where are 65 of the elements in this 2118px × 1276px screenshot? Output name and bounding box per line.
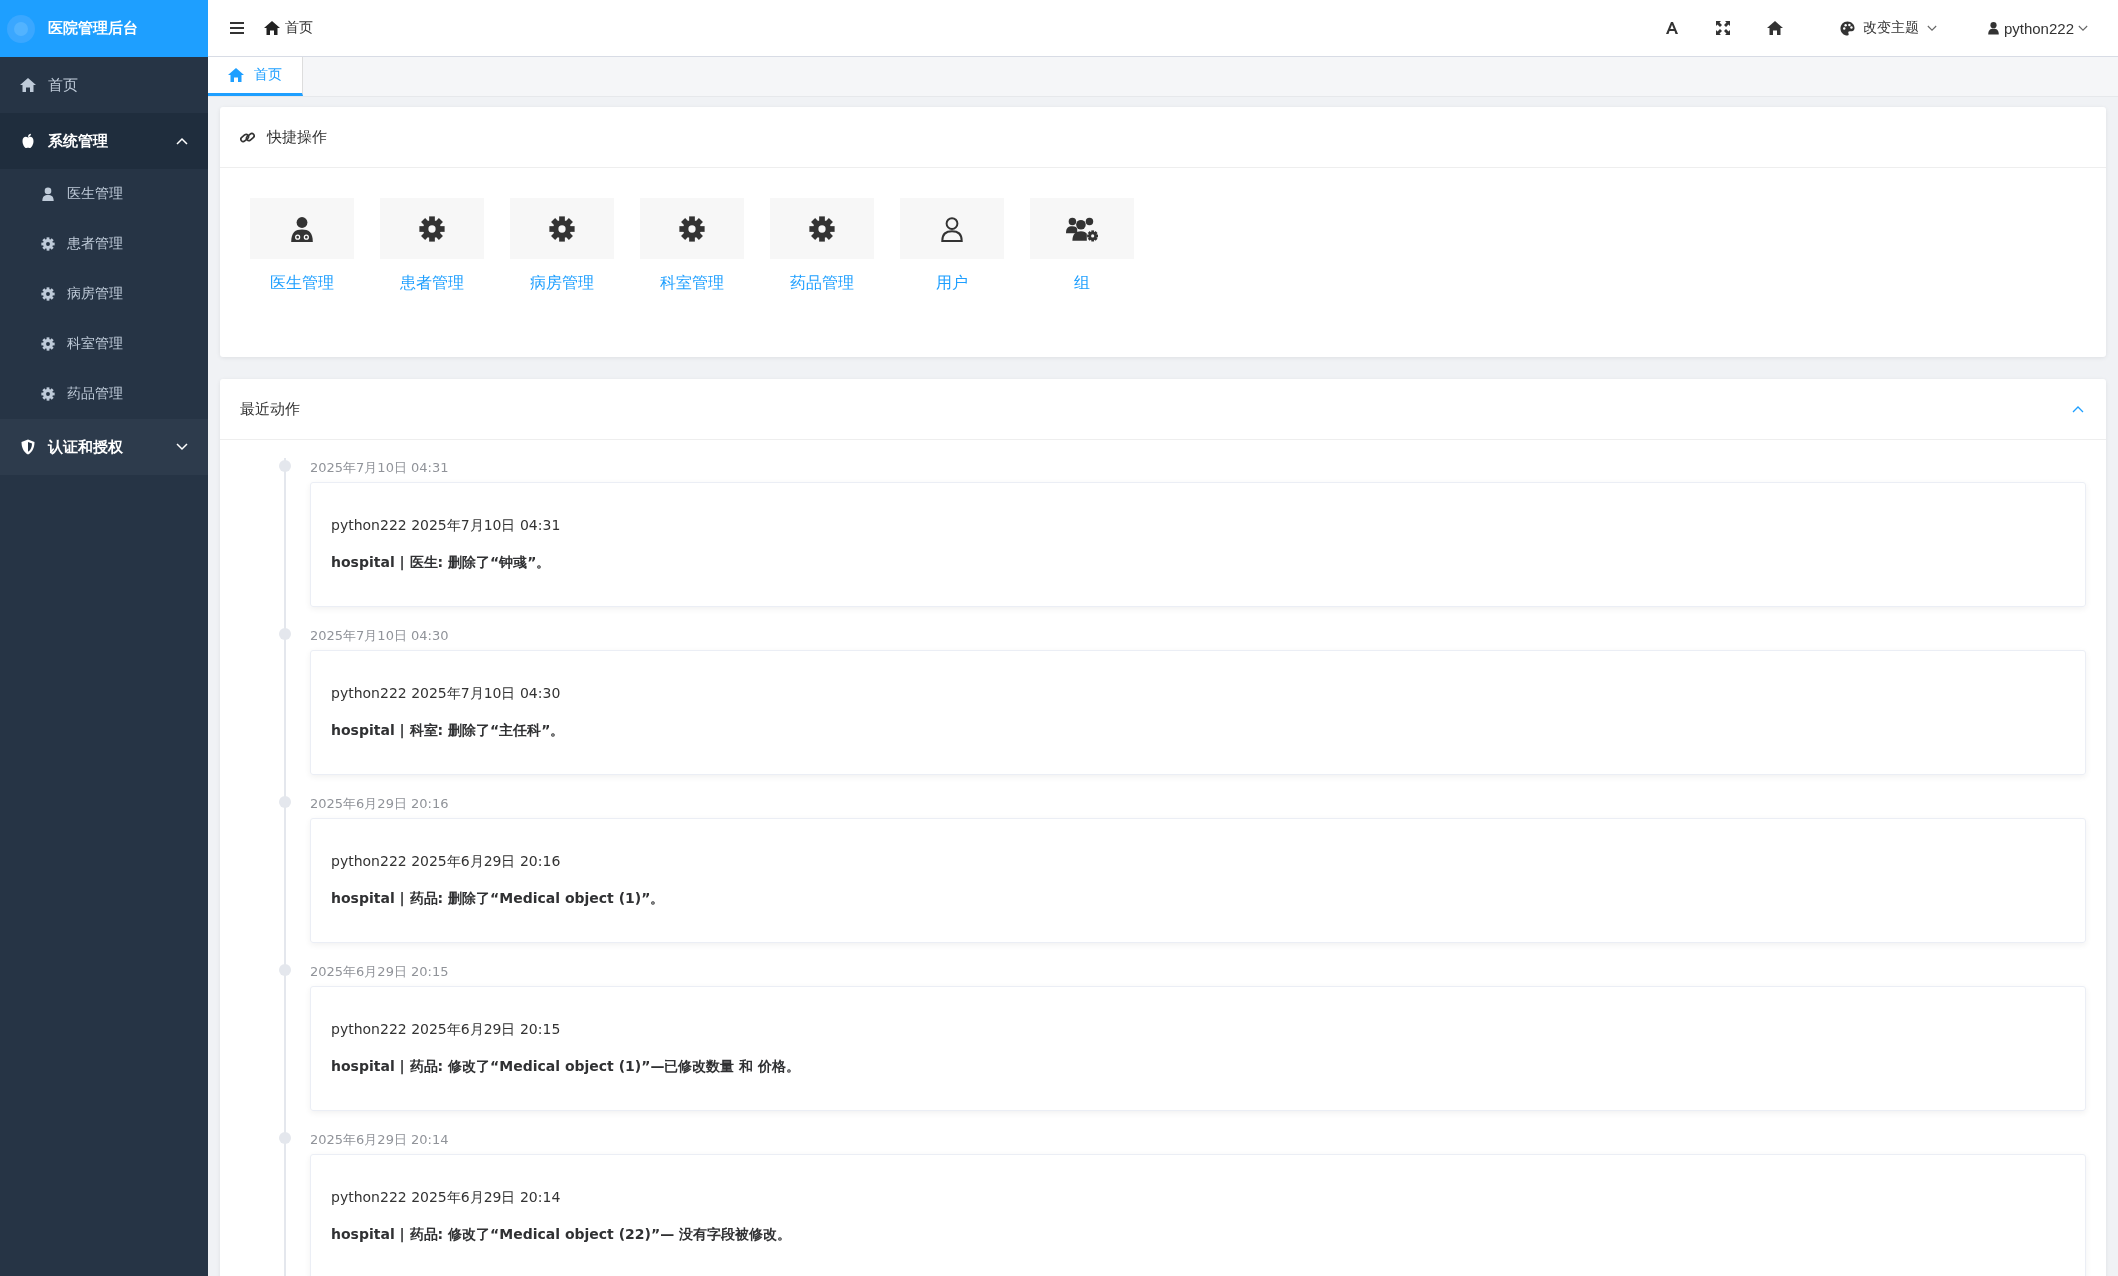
shortcut-tile[interactable] xyxy=(770,198,874,259)
sidebar-group[interactable]: 系统管理 xyxy=(0,113,208,169)
user-dropdown[interactable]: python222 xyxy=(1986,19,2088,37)
action-meta: python222 2025年6月29日 20:14 xyxy=(331,1189,561,1207)
sidebar-subitem[interactable]: 医生管理 xyxy=(0,169,208,219)
sidebar-item[interactable]: 首页 xyxy=(0,57,208,113)
action-meta: python222 2025年7月10日 04:30 xyxy=(331,685,561,703)
gear-icon xyxy=(41,237,55,251)
theme-dropdown[interactable]: 改变主题 xyxy=(1839,19,1937,37)
gear-icon xyxy=(41,387,55,401)
chevron-down-icon xyxy=(2078,24,2088,32)
chevron-up-icon xyxy=(176,137,188,145)
users-gear-icon xyxy=(1066,215,1098,242)
gear-icon xyxy=(809,215,835,242)
fullscreen-icon[interactable] xyxy=(1715,21,1730,35)
timestamp: 2025年6月29日 20:15 xyxy=(310,963,449,981)
logo-icon xyxy=(6,13,36,44)
shortcut-tile[interactable] xyxy=(380,198,484,259)
shield-icon xyxy=(20,439,36,455)
gear-icon xyxy=(549,215,575,242)
timestamp: 2025年6月29日 20:16 xyxy=(310,795,449,813)
card-title: 最近动作 xyxy=(240,399,300,419)
action-meta: python222 2025年7月10日 04:31 xyxy=(331,517,561,535)
menu-icon[interactable] xyxy=(230,22,244,34)
sidebar-subitem[interactable]: 药品管理 xyxy=(0,369,208,419)
action-text: hospital | 药品: 修改了“Medical object (1)”—已修改数量 和 价格。 xyxy=(331,1058,801,1076)
apple-icon xyxy=(20,133,36,149)
app-title: 医院管理后台 xyxy=(48,19,138,38)
breadcrumb[interactable]: 首页 xyxy=(285,19,313,37)
home-icon xyxy=(228,67,244,83)
sidebar-group[interactable]: 认证和授权 xyxy=(0,419,208,475)
timestamp: 2025年7月10日 04:31 xyxy=(310,459,449,477)
action-meta: python222 2025年6月29日 20:15 xyxy=(331,1021,561,1039)
shortcut-tile[interactable] xyxy=(250,198,354,259)
sidebar-subitem[interactable]: 病房管理 xyxy=(0,269,208,319)
action-text: hospital | 药品: 修改了“Medical object (22)”— 没有字段被修改。 xyxy=(331,1226,792,1244)
home-icon[interactable] xyxy=(1766,20,1783,36)
timestamp: 2025年6月29日 20:14 xyxy=(310,1131,449,1149)
gear-icon xyxy=(41,337,55,351)
user-icon xyxy=(41,187,55,201)
font-size-icon[interactable] xyxy=(1664,21,1679,35)
gear-icon xyxy=(679,215,705,242)
chevron-up-icon[interactable] xyxy=(2072,405,2084,413)
gear-icon xyxy=(419,215,445,242)
doctor-icon xyxy=(289,215,315,242)
action-meta: python222 2025年6月29日 20:16 xyxy=(331,853,561,871)
timestamp: 2025年7月10日 04:30 xyxy=(310,627,449,645)
sidebar-subitem[interactable]: 科室管理 xyxy=(0,319,208,369)
shortcut-tile[interactable] xyxy=(1030,198,1134,259)
action-text: hospital | 科室: 删除了“主任科”。 xyxy=(331,722,565,740)
user-icon xyxy=(939,215,965,242)
card-title: 快捷操作 xyxy=(267,127,327,147)
chevron-down-icon xyxy=(176,443,188,451)
sidebar-subitem[interactable]: 患者管理 xyxy=(0,219,208,269)
shortcut-tile[interactable] xyxy=(640,198,744,259)
action-text: hospital | 医生: 删除了“钟彧”。 xyxy=(331,554,551,572)
action-text: hospital | 药品: 删除了“Medical object (1)”。 xyxy=(331,890,665,908)
palette-icon xyxy=(1839,20,1855,36)
shortcut-tile[interactable] xyxy=(900,198,1004,259)
home-icon xyxy=(20,77,36,93)
user-icon xyxy=(1986,21,2000,35)
home-icon xyxy=(264,20,280,36)
chevron-down-icon xyxy=(1926,24,1937,32)
shortcut-tile[interactable] xyxy=(510,198,614,259)
gear-icon xyxy=(41,287,55,301)
